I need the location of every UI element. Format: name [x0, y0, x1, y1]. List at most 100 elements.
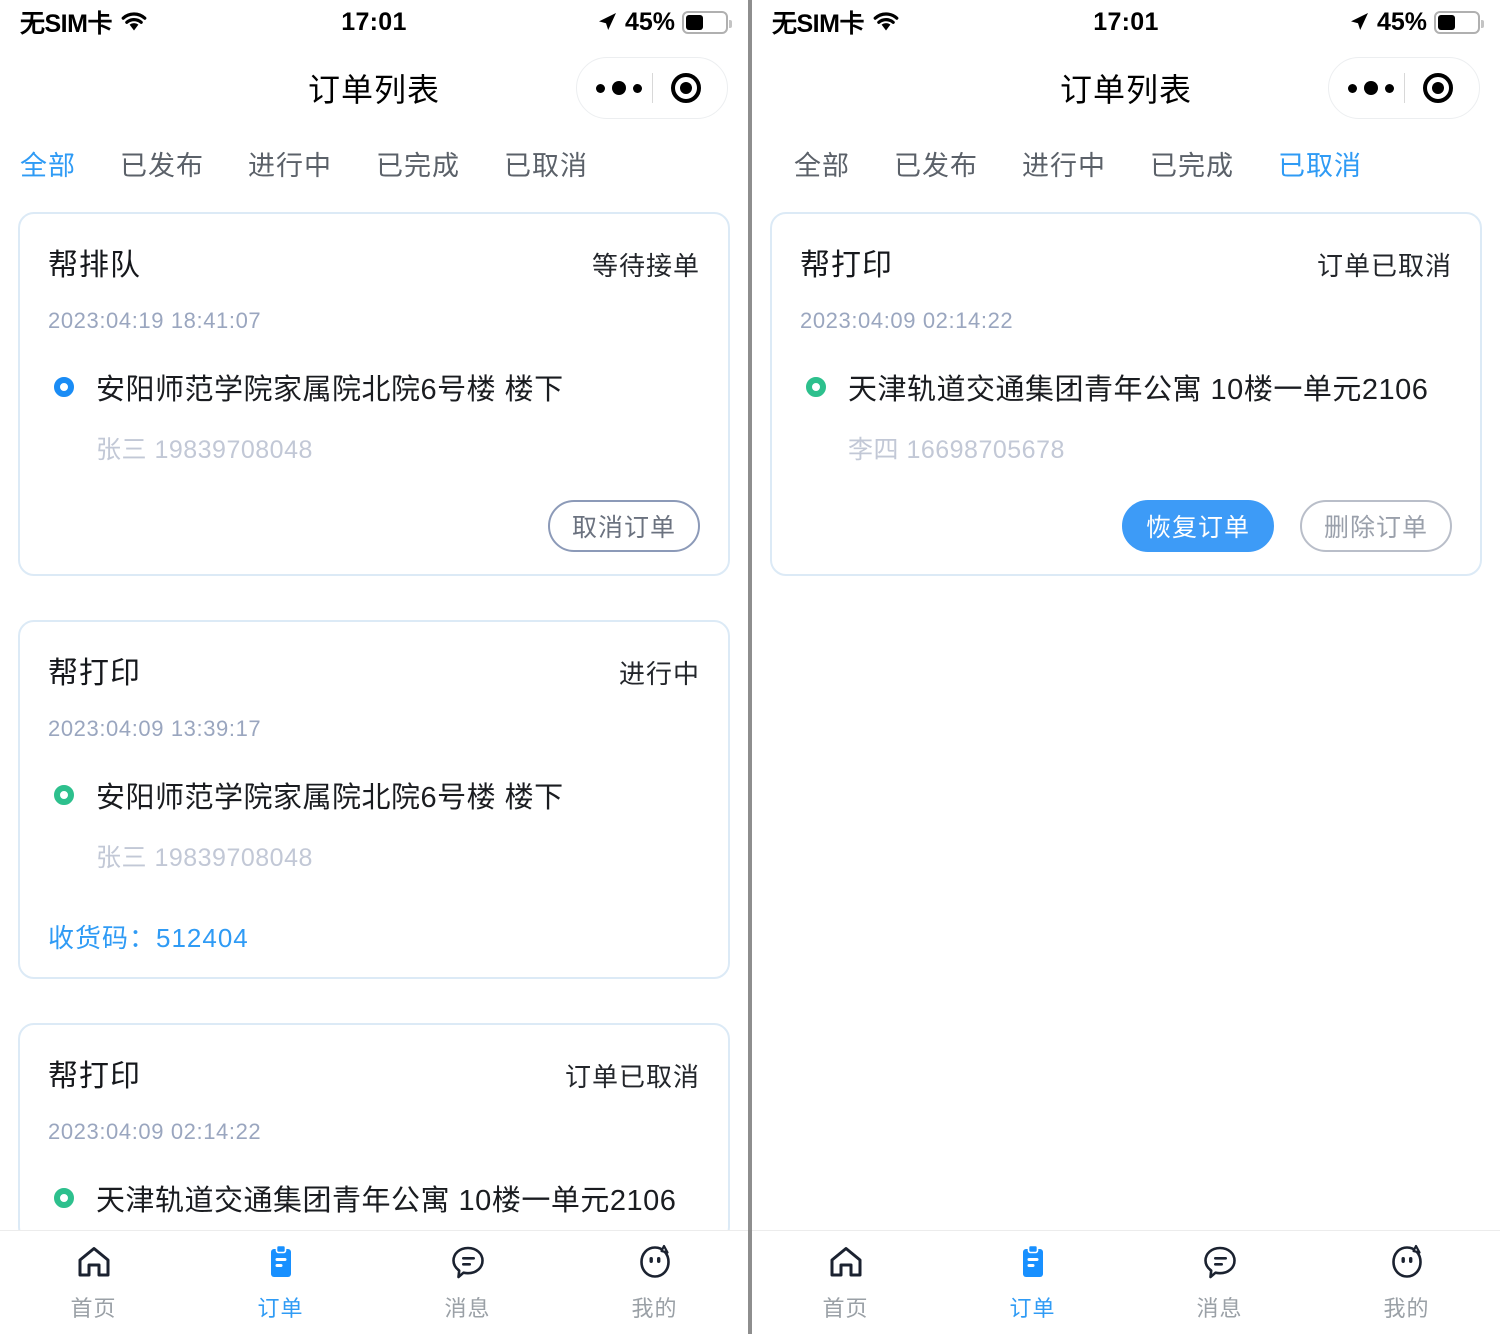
order-actions: 取消订单: [48, 500, 700, 552]
order-contact: 李四 16698705678: [848, 436, 1065, 464]
tabbar-label-messages: 消息: [444, 1295, 491, 1321]
home-icon: [78, 1246, 109, 1276]
location-dot-icon: [806, 377, 826, 397]
filter-tabs-right: 全部 已发布 进行中 已完成 已取消: [752, 132, 1500, 194]
order-address-row: 天津轨道交通集团青年公寓 10楼一单元2106: [800, 366, 1452, 408]
more-dots-icon[interactable]: [1338, 81, 1404, 95]
clipboard-icon: [1022, 1244, 1043, 1277]
order-type: 帮打印: [48, 1060, 141, 1093]
tabbar-item-home[interactable]: 首页: [0, 1243, 187, 1323]
tab-ongoing[interactable]: 进行中: [226, 144, 354, 183]
pickup-code: 收货码：512404: [48, 923, 249, 953]
bottom-tab-bar-right: 首页 订单 消息 我的: [752, 1230, 1500, 1334]
location-arrow-icon: [598, 13, 616, 30]
tab-published[interactable]: 已发布: [872, 144, 1000, 183]
order-card[interactable]: 帮排队 等待接单 2023:04:19 18:41:07 安阳师范学院家属院北院…: [18, 212, 730, 576]
order-type: 帮打印: [48, 657, 141, 690]
order-timestamp: 2023:04:09 02:14:22: [48, 1119, 262, 1144]
tab-published[interactable]: 已发布: [98, 144, 226, 183]
wechat-capsule-right[interactable]: [1328, 57, 1480, 119]
tabbar-item-messages[interactable]: 消息: [374, 1243, 561, 1323]
tab-completed[interactable]: 已完成: [1128, 144, 1256, 183]
cancel-order-button[interactable]: 取消订单: [547, 500, 700, 552]
more-dots-icon[interactable]: [586, 81, 652, 95]
tabbar-label-profile: 我的: [631, 1295, 678, 1321]
location-dot-icon: [54, 785, 74, 805]
battery-icon: [1434, 10, 1484, 34]
delete-order-button[interactable]: 删除订单: [1299, 500, 1452, 552]
location-dot-icon: [54, 1188, 74, 1208]
bottom-tab-bar-left: 首页 订单 消息 我的: [0, 1230, 748, 1334]
order-timestamp: 2023:04:19 18:41:07: [48, 308, 262, 333]
wechat-capsule-left[interactable]: [576, 57, 728, 119]
nav-bar-right: 订单列表: [752, 44, 1500, 132]
profile-face-icon: [639, 1244, 670, 1278]
tabbar-item-profile[interactable]: 我的: [561, 1243, 748, 1323]
chat-bubble-icon: [1203, 1246, 1236, 1278]
order-contact: 张三 19839708048: [96, 436, 313, 464]
order-card-header: 帮打印 订单已取消: [800, 240, 1452, 284]
tabbar-item-orders[interactable]: 订单: [187, 1243, 374, 1323]
status-badge: 订单已取消: [564, 1062, 700, 1092]
tabbar-label-home: 首页: [70, 1295, 117, 1321]
status-badge: 等待接单: [591, 251, 700, 281]
order-address: 安阳师范学院家属院北院6号楼 楼下: [96, 374, 564, 406]
order-timestamp: 2023:04:09 02:14:22: [800, 308, 1014, 333]
order-list-left: 帮排队 等待接单 2023:04:19 18:41:07 安阳师范学院家属院北院…: [0, 194, 748, 1243]
tabbar-label-orders: 订单: [1009, 1295, 1056, 1321]
phone-screen-right: 无SIM卡 17:01 45% 订单列表 全部 已发布 进行中 已完成 已取消 …: [752, 0, 1500, 1334]
profile-face-icon: [1391, 1244, 1422, 1278]
tab-all[interactable]: 全部: [20, 144, 98, 183]
tabbar-label-orders: 订单: [257, 1295, 304, 1321]
clipboard-icon: [270, 1244, 291, 1277]
status-bar-right-group: 45%: [1348, 7, 1484, 37]
battery-percent-label: 45%: [624, 7, 675, 36]
tabbar-item-profile[interactable]: 我的: [1313, 1243, 1500, 1323]
order-address-row: 安阳师范学院家属院北院6号楼 楼下: [48, 774, 700, 816]
order-address: 天津轨道交通集团青年公寓 10楼一单元2106: [96, 1185, 677, 1217]
tabbar-item-orders[interactable]: 订单: [939, 1243, 1126, 1323]
tab-cancelled[interactable]: 已取消: [1256, 144, 1384, 183]
tab-ongoing[interactable]: 进行中: [1000, 144, 1128, 183]
order-address-row: 天津轨道交通集团青年公寓 10楼一单元2106: [48, 1177, 700, 1219]
tab-cancelled[interactable]: 已取消: [482, 144, 610, 183]
tab-completed[interactable]: 已完成: [354, 144, 482, 183]
tabbar-item-messages[interactable]: 消息: [1126, 1243, 1313, 1323]
tabbar-label-home: 首页: [822, 1295, 869, 1321]
tabbar-label-messages: 消息: [1196, 1295, 1243, 1321]
order-list-right: 帮打印 订单已取消 2023:04:09 02:14:22 天津轨道交通集团青年…: [752, 194, 1500, 576]
order-contact: 张三 19839708048: [96, 844, 313, 872]
order-card[interactable]: 帮打印 订单已取消 2023:04:09 02:14:22 天津轨道交通集团青年…: [18, 1023, 730, 1243]
nav-bar-left: 订单列表: [0, 44, 748, 132]
status-bar-left: 无SIM卡 17:01 45%: [0, 0, 748, 44]
order-address-row: 安阳师范学院家属院北院6号楼 楼下: [48, 366, 700, 408]
battery-percent-label: 45%: [1376, 7, 1427, 36]
location-dot-icon: [54, 377, 74, 397]
target-circle-icon[interactable]: [653, 73, 719, 103]
status-bar-right: 无SIM卡 17:01 45%: [752, 0, 1500, 44]
order-card[interactable]: 帮打印 订单已取消 2023:04:09 02:14:22 天津轨道交通集团青年…: [770, 212, 1482, 576]
filter-tabs-left: 全部 已发布 进行中 已完成 已取消: [0, 132, 748, 194]
status-badge: 进行中: [618, 659, 700, 689]
chat-bubble-icon: [451, 1246, 484, 1278]
status-bar-right-group: 45%: [596, 7, 732, 37]
tabbar-label-profile: 我的: [1383, 1295, 1430, 1321]
order-card-header: 帮打印 进行中: [48, 648, 700, 692]
order-address: 天津轨道交通集团青年公寓 10楼一单元2106: [848, 374, 1429, 406]
order-address: 安阳师范学院家属院北院6号楼 楼下: [96, 782, 564, 814]
phone-screen-left: 无SIM卡 17:01 45% 订单列表 全部 已发布 进行中 已完成 已取消 …: [0, 0, 748, 1334]
tab-all[interactable]: 全部: [772, 144, 872, 183]
tabbar-item-home[interactable]: 首页: [752, 1243, 939, 1323]
battery-icon: [682, 10, 732, 34]
status-badge: 订单已取消: [1316, 251, 1452, 281]
target-circle-icon[interactable]: [1405, 73, 1471, 103]
order-card-header: 帮排队 等待接单: [48, 240, 700, 284]
order-type: 帮打印: [800, 249, 893, 282]
restore-order-button[interactable]: 恢复订单: [1121, 500, 1274, 552]
order-timestamp: 2023:04:09 13:39:17: [48, 716, 262, 741]
order-card[interactable]: 帮打印 进行中 2023:04:09 13:39:17 安阳师范学院家属院北院6…: [18, 620, 730, 979]
order-type: 帮排队: [48, 249, 141, 282]
dual-screenshot-container: 无SIM卡 17:01 45% 订单列表 全部 已发布 进行中 已完成 已取消 …: [0, 0, 1500, 1334]
location-arrow-icon: [1350, 13, 1368, 30]
home-icon: [830, 1246, 861, 1276]
